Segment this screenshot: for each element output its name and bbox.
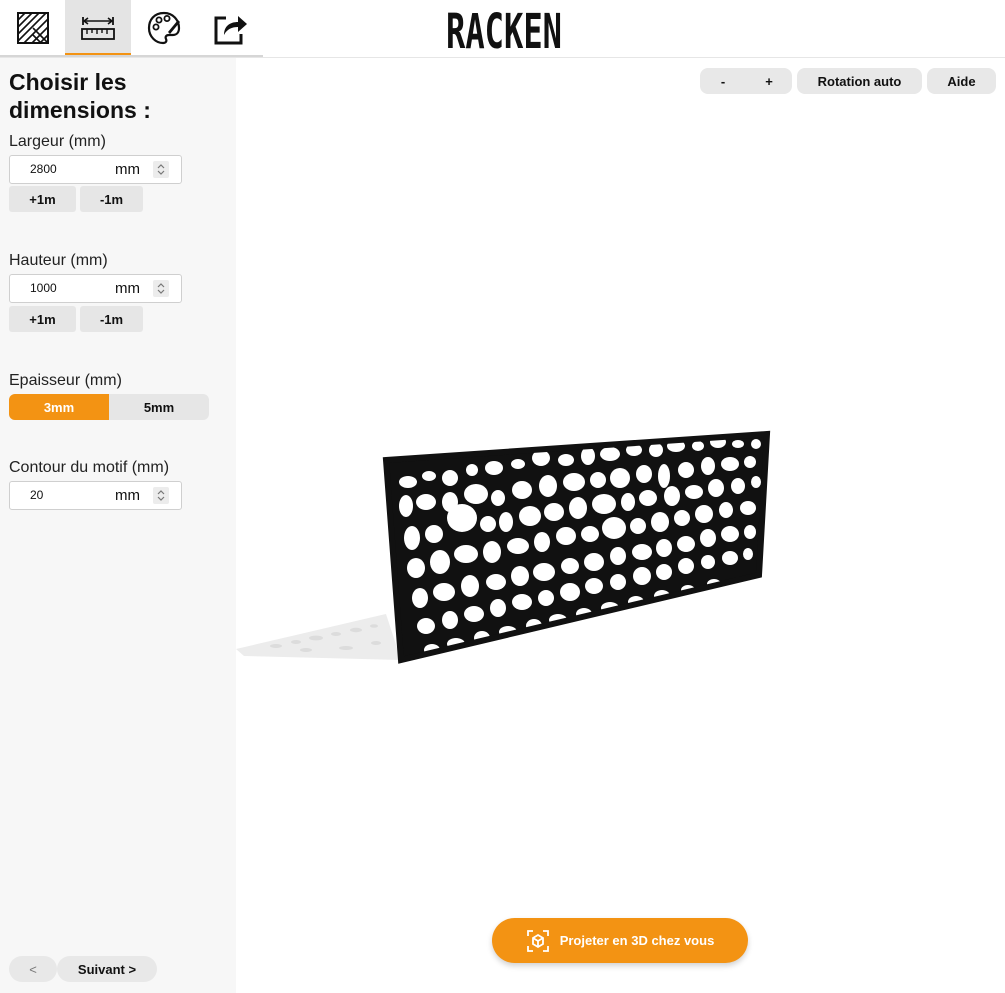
width-label: Largeur (mm) — [9, 133, 106, 150]
tab-share[interactable] — [197, 0, 263, 56]
width-input[interactable]: 2800 mm — [9, 155, 182, 184]
ar-button-label: Projeter en 3D chez vous — [559, 933, 715, 948]
stepper-arrows-icon — [157, 164, 165, 175]
rotate-auto-button[interactable]: Rotation auto — [797, 68, 922, 94]
svg-text:RACKEN: RACKEN — [446, 6, 562, 52]
width-unit: mm — [115, 161, 140, 178]
tab-colors[interactable] — [131, 0, 197, 56]
height-plus-button[interactable]: +1m — [9, 306, 76, 332]
3d-viewer[interactable] — [236, 58, 1005, 993]
panel-3d-preview — [236, 430, 771, 664]
racken-logo: RACKEN — [446, 6, 562, 52]
thickness-toggle: 3mm 5mm — [9, 394, 209, 420]
zoom-controls: - + — [700, 68, 792, 94]
stepper-arrows-icon — [157, 490, 165, 501]
sidebar: Choisir les dimensions : Largeur (mm) 28… — [0, 58, 236, 993]
help-button[interactable]: Aide — [927, 68, 996, 94]
stepper-arrows-icon — [157, 283, 165, 294]
thickness-option-3mm[interactable]: 3mm — [9, 394, 109, 420]
page-title: Choisir les dimensions : — [9, 69, 151, 123]
height-label: Hauteur (mm) — [9, 252, 108, 269]
contour-stepper[interactable] — [153, 487, 169, 504]
width-stepper[interactable] — [153, 161, 169, 178]
height-value: 1000 — [30, 281, 57, 295]
top-bar: RACKEN — [0, 0, 1005, 58]
height-minus-button[interactable]: -1m — [80, 306, 143, 332]
contour-input[interactable]: 20 mm — [9, 481, 182, 510]
tab-dimensions[interactable] — [65, 0, 131, 56]
width-plus-button[interactable]: +1m — [9, 186, 76, 212]
ar-cube-icon — [526, 929, 549, 952]
contour-value: 20 — [30, 488, 44, 502]
height-input[interactable]: 1000 mm — [9, 274, 182, 303]
width-minus-button[interactable]: -1m — [80, 186, 143, 212]
zoom-in-button[interactable]: + — [746, 68, 792, 94]
contour-unit: mm — [115, 487, 140, 504]
width-value: 2800 — [30, 162, 57, 176]
next-button[interactable]: Suivant > — [57, 956, 157, 982]
share-icon — [214, 16, 247, 45]
thickness-label: Epaisseur (mm) — [9, 372, 122, 389]
tab-underline — [0, 55, 263, 57]
height-stepper[interactable] — [153, 280, 169, 297]
ar-projection-button[interactable]: Projeter en 3D chez vous — [492, 918, 748, 963]
ruler-icon — [81, 16, 115, 40]
contour-label: Contour du motif (mm) — [9, 459, 170, 476]
height-unit: mm — [115, 280, 140, 297]
thickness-option-5mm[interactable]: 5mm — [109, 394, 209, 420]
tab-pattern[interactable] — [0, 0, 66, 56]
previous-button[interactable]: < — [9, 956, 57, 982]
palette-icon — [147, 11, 181, 45]
pattern-icon — [17, 12, 49, 44]
zoom-out-button[interactable]: - — [700, 68, 746, 94]
